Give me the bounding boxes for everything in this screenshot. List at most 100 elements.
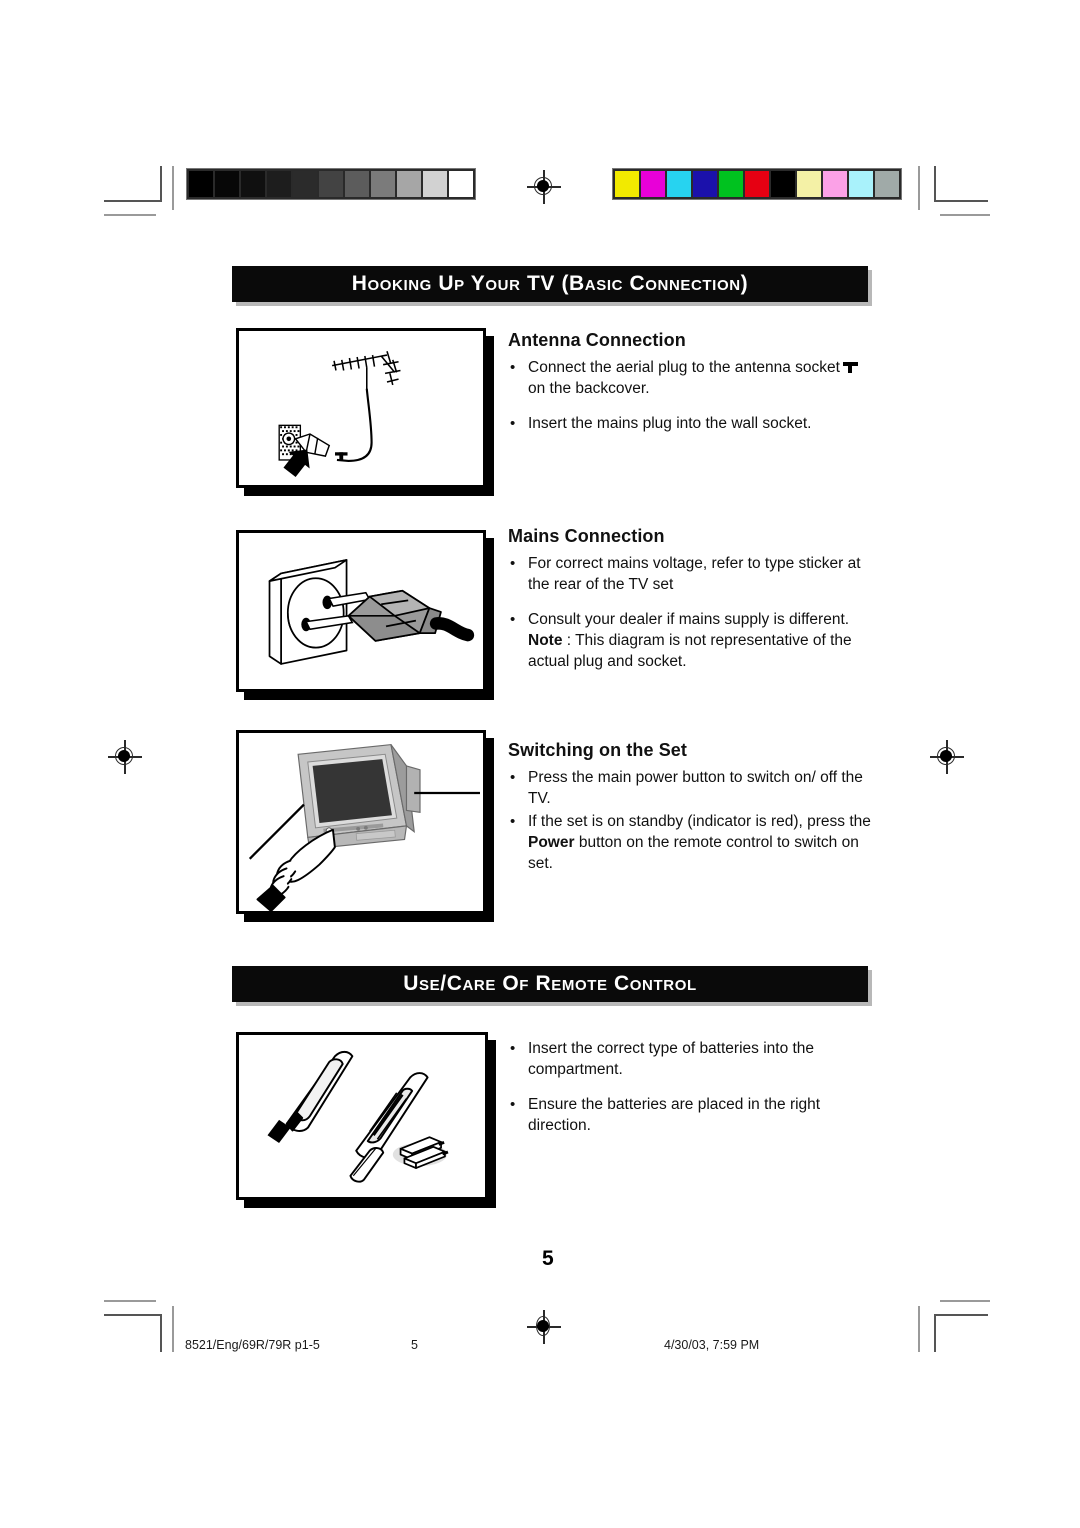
bullet-text: Press the main power button to switch on… [528, 769, 863, 807]
bullet-marker: • [510, 769, 516, 786]
crop-mark-top-right-v2 [918, 166, 920, 210]
gray-patch [189, 171, 213, 197]
section-heading-use-care: Use/Care of Remote Control [232, 966, 872, 1006]
list-item: • For correct mains voltage, refer to ty… [508, 553, 880, 595]
bullet-text: Insert the mains plug into the wall sock… [528, 415, 812, 432]
color-patch [615, 171, 639, 197]
page-canvas: Hooking up Your TV (Basic Connection) [0, 0, 1080, 1528]
crop-mark-bottom-right-v2 [918, 1306, 920, 1352]
figure-switching-on [236, 730, 494, 922]
copy-mains-connection: Mains Connection • For correct mains vol… [508, 526, 880, 672]
list-item: • Ensure the batteries are placed in the… [508, 1094, 880, 1136]
list-item: • Connect the aerial plug to the antenna… [508, 357, 876, 399]
list-item: • Consult your dealer if mains supply is… [508, 609, 880, 672]
crop-mark-bottom-right-h [934, 1314, 988, 1316]
heading-switching-on: Switching on the Set [508, 740, 688, 760]
list-item: • Press the main power button to switch … [508, 767, 880, 809]
mains-plug-socket-illustration [268, 559, 475, 665]
color-patch [875, 171, 899, 197]
grayscale-calibration-strip [186, 168, 476, 200]
color-patch [745, 171, 769, 197]
gray-patch [241, 171, 265, 197]
color-patch [693, 171, 717, 197]
color-patch [771, 171, 795, 197]
gray-patch [215, 171, 239, 197]
list-item: • Insert the correct type of batteries i… [508, 1038, 880, 1080]
power-keyword: Power [528, 834, 575, 851]
crop-mark-top-left-v2 [172, 166, 174, 210]
registration-mark-top [527, 170, 561, 204]
color-patch [849, 171, 873, 197]
bullet-marker: • [510, 1040, 516, 1057]
figure-antenna-connection [236, 328, 494, 496]
color-patch [641, 171, 665, 197]
crop-mark-bottom-right-v [934, 1314, 936, 1352]
section-title-text: Use/Care of Remote Control [403, 972, 697, 995]
bullet-list-switching: • Press the main power button to switch … [508, 767, 880, 874]
bullet-text-tail: button on the remote control to switch o… [528, 834, 859, 872]
gray-patch [423, 171, 447, 197]
bullet-text: Ensure the batteries are placed in the r… [528, 1096, 821, 1134]
gray-patch [397, 171, 421, 197]
page-number: 5 [542, 1247, 554, 1270]
bullet-list-antenna: • Connect the aerial plug to the antenna… [508, 357, 876, 434]
figure-remote-batteries [236, 1032, 496, 1208]
list-item: • If the set is on standby (indicator is… [508, 811, 880, 874]
antenna-socket-icon [842, 361, 858, 373]
bullet-marker: • [510, 1096, 516, 1113]
bullet-text-lead: If the set is on standby (indicator is r… [528, 813, 871, 830]
gray-patch [319, 171, 343, 197]
bullet-text: Insert the correct type of batteries int… [528, 1040, 815, 1078]
crop-mark-top-left-h2 [104, 214, 156, 216]
color-patch [823, 171, 847, 197]
section-heading-hooking-up: Hooking up Your TV (Basic Connection) [232, 266, 872, 306]
bullet-text-tail: on the backcover. [528, 380, 650, 397]
crop-mark-top-left-h [104, 200, 162, 202]
antenna-connection-illustration [278, 350, 401, 478]
crop-mark-bottom-left-v [160, 1314, 162, 1352]
heading-antenna-connection: Antenna Connection [508, 330, 686, 350]
gray-patch [267, 171, 291, 197]
note-text: : This diagram is not representative of … [528, 632, 852, 670]
color-patch [797, 171, 821, 197]
bullet-marker: • [510, 415, 516, 432]
registration-mark-left [108, 740, 142, 774]
tv-power-button-illustration [248, 743, 480, 911]
color-patch [719, 171, 743, 197]
copy-remote-batteries: • Insert the correct type of batteries i… [508, 1038, 880, 1136]
bullet-marker: • [510, 611, 516, 628]
section-title-text: Hooking up Your TV (Basic Connection) [351, 272, 749, 295]
note-label: Note [528, 632, 563, 649]
remote-control-battery-illustration [267, 1050, 449, 1183]
copy-switching-on: Switching on the Set • Press the main po… [508, 740, 880, 874]
list-item: • Insert the mains plug into the wall so… [508, 413, 876, 434]
bullet-marker: • [510, 813, 516, 830]
crop-mark-top-right-h [934, 200, 988, 202]
registration-mark-bottom [527, 1310, 561, 1344]
gray-patch [293, 171, 317, 197]
crop-mark-bottom-left-h [104, 1314, 162, 1316]
crop-mark-bottom-left-v2 [172, 1306, 174, 1352]
heading-mains-connection: Mains Connection [508, 526, 665, 546]
bullet-text: Consult your dealer if mains supply is d… [528, 611, 850, 628]
bullet-marker: • [510, 359, 516, 376]
bullet-list-remote: • Insert the correct type of batteries i… [508, 1038, 880, 1136]
crop-mark-bottom-right-h2 [940, 1300, 990, 1302]
bullet-text: For correct mains voltage, refer to type… [528, 555, 861, 593]
color-patch [667, 171, 691, 197]
footer-job-reference: 8521/Eng/69R/79R p1-5 [185, 1338, 320, 1352]
gray-patch [371, 171, 395, 197]
gray-patch [449, 171, 473, 197]
footer-page-number: 5 [411, 1338, 418, 1352]
registration-mark-right [930, 740, 964, 774]
figure-mains-connection [236, 530, 494, 700]
gray-patch [345, 171, 369, 197]
crop-mark-top-right-v [934, 166, 936, 202]
bullet-marker: • [510, 555, 516, 572]
color-calibration-strip [612, 168, 902, 200]
bullet-list-mains: • For correct mains voltage, refer to ty… [508, 553, 880, 672]
copy-antenna-connection: Antenna Connection • Connect the aerial … [508, 330, 876, 434]
crop-mark-bottom-left-h2 [104, 1300, 156, 1302]
crop-mark-top-right-h2 [940, 214, 990, 216]
crop-mark-top-left-v [160, 166, 162, 202]
